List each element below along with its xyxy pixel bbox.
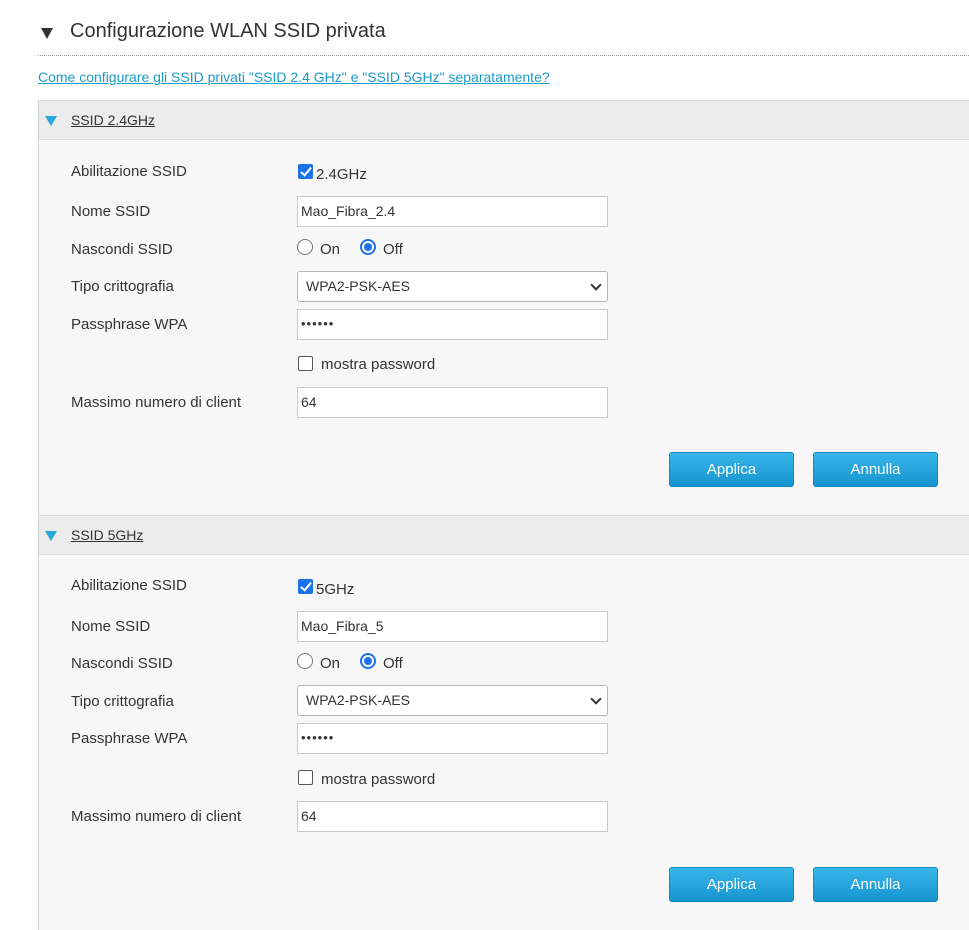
- ssid-5-hide-on-label: On: [320, 655, 341, 672]
- ssid-24-cancel-button[interactable]: Annulla: [813, 452, 938, 487]
- hide-ssid-label: Nascondi SSID: [71, 241, 173, 258]
- encryption-label: Tipo crittografia: [71, 693, 174, 710]
- ssid-24-hide-on-label: On: [320, 241, 341, 258]
- help-link[interactable]: Come configurare gli SSID privati "SSID …: [38, 69, 550, 85]
- ssid-24-apply-button[interactable]: Applica: [669, 452, 794, 487]
- section-header[interactable]: Configurazione WLAN SSID privata: [38, 16, 969, 56]
- expand-triangle-icon[interactable]: [45, 531, 57, 541]
- ssid-5-panel-title[interactable]: SSID 5GHz: [71, 527, 143, 543]
- ssid-24-panel-header[interactable]: SSID 2.4GHz: [39, 100, 969, 140]
- ssid-5-encryption-select[interactable]: WPA2-PSK-AES: [297, 685, 608, 716]
- ssid-5-show-password-checkbox[interactable]: [298, 770, 313, 785]
- ssid-24-show-password-checkbox[interactable]: [298, 356, 313, 371]
- ssid-24-encryption-select[interactable]: WPA2-PSK-AES: [297, 271, 608, 302]
- passphrase-label: Passphrase WPA: [71, 730, 188, 747]
- ssid-5-hide-off-radio[interactable]: [360, 653, 376, 669]
- ssid-enable-label: Abilitazione SSID: [71, 577, 187, 594]
- hide-ssid-label: Nascondi SSID: [71, 655, 173, 672]
- ssid-5-hide-off-label: Off: [383, 655, 403, 672]
- passphrase-label: Passphrase WPA: [71, 316, 188, 333]
- ssid-5-max-clients-input[interactable]: 64: [297, 801, 608, 832]
- max-clients-label: Massimo numero di client: [71, 394, 242, 411]
- ssid-24-max-clients-input[interactable]: 64: [297, 387, 608, 418]
- ssid-5-enable-checkbox[interactable]: [298, 579, 313, 594]
- ssid-5-encryption-value: WPA2-PSK-AES: [306, 692, 410, 708]
- page-title: Configurazione WLAN SSID privata: [70, 20, 386, 42]
- ssid-5-panel-header[interactable]: SSID 5GHz: [39, 515, 969, 555]
- ssid-24-panel: SSID 2.4GHz Abilitazione SSID 2.4GHz Nom…: [38, 100, 969, 515]
- ssid-24-panel-title[interactable]: SSID 2.4GHz: [71, 112, 155, 128]
- ssid-name-label: Nome SSID: [71, 203, 151, 220]
- ssid-5-band-label: 5GHz: [316, 581, 355, 598]
- collapse-triangle-icon[interactable]: [41, 28, 53, 39]
- ssid-5-hide-on-radio[interactable]: [297, 653, 313, 669]
- ssid-5-panel: SSID 5GHz Abilitazione SSID 5GHz Nome SS…: [38, 515, 969, 930]
- ssid-24-hide-off-label: Off: [383, 241, 403, 258]
- ssid-24-name-input[interactable]: Mao_Fibra_2.4: [297, 196, 608, 227]
- chevron-down-icon: [590, 279, 602, 291]
- ssid-5-name-input[interactable]: Mao_Fibra_5: [297, 611, 608, 642]
- ssid-5-passphrase-input[interactable]: ••••••: [297, 723, 608, 754]
- ssid-24-show-password-label: mostra password: [321, 356, 436, 373]
- ssid-name-label: Nome SSID: [71, 618, 151, 635]
- ssid-5-show-password-label: mostra password: [321, 771, 436, 788]
- ssid-5-cancel-button[interactable]: Annulla: [813, 867, 938, 902]
- ssid-24-enable-checkbox[interactable]: [298, 164, 313, 179]
- ssid-24-band-label: 2.4GHz: [316, 166, 367, 183]
- chevron-down-icon: [590, 693, 602, 705]
- ssid-24-encryption-value: WPA2-PSK-AES: [306, 278, 410, 294]
- ssid-24-passphrase-input[interactable]: ••••••: [297, 309, 608, 340]
- max-clients-label: Massimo numero di client: [71, 808, 242, 825]
- expand-triangle-icon[interactable]: [45, 116, 57, 126]
- ssid-24-hide-on-radio[interactable]: [297, 239, 313, 255]
- ssid-enable-label: Abilitazione SSID: [71, 163, 187, 180]
- encryption-label: Tipo crittografia: [71, 278, 174, 295]
- ssid-24-hide-off-radio[interactable]: [360, 239, 376, 255]
- ssid-5-apply-button[interactable]: Applica: [669, 867, 794, 902]
